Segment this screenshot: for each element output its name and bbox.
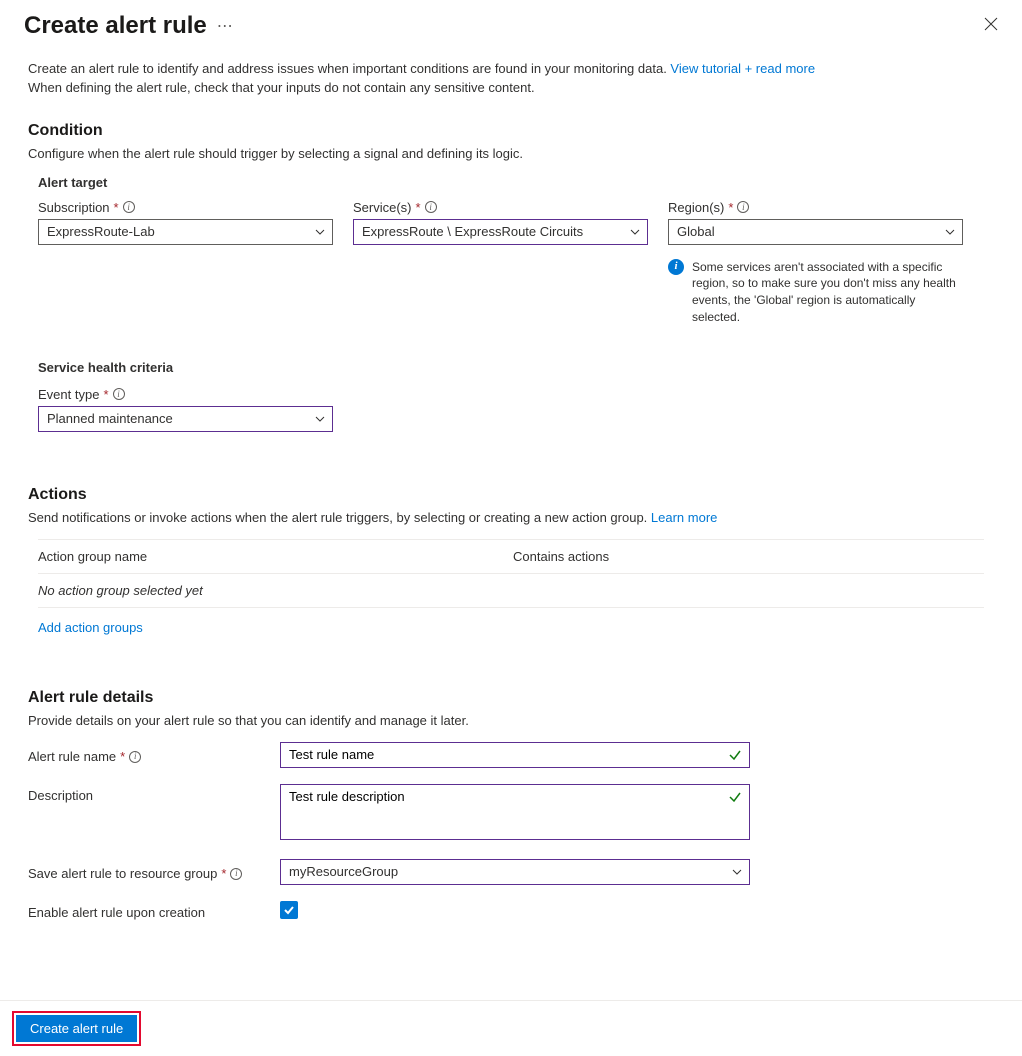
page-header: Create alert rule ⋯ <box>0 0 1022 44</box>
alert-rule-name-input[interactable] <box>280 742 750 768</box>
actions-desc: Send notifications or invoke actions whe… <box>28 510 994 525</box>
actions-heading: Actions <box>28 486 994 504</box>
footer-bar: Create alert rule <box>0 1000 1022 1056</box>
enable-rule-checkbox[interactable] <box>280 901 298 919</box>
highlight-box: Create alert rule <box>12 1011 141 1046</box>
resource-group-label: Save alert rule to resource group * i <box>28 862 280 881</box>
region-info-box: i Some services aren't associated with a… <box>668 259 963 326</box>
alert-target-heading: Alert target <box>38 175 994 190</box>
services-select[interactable]: ExpressRoute \ ExpressRoute Circuits <box>353 219 648 245</box>
create-alert-rule-button[interactable]: Create alert rule <box>16 1015 137 1042</box>
chevron-down-icon <box>731 866 743 878</box>
chevron-down-icon <box>944 226 956 238</box>
info-icon[interactable]: i <box>123 201 135 213</box>
add-action-groups-link[interactable]: Add action groups <box>38 620 143 635</box>
regions-select[interactable]: Global <box>668 219 963 245</box>
tutorial-link[interactable]: View tutorial + read more <box>670 61 815 76</box>
chevron-down-icon <box>314 413 326 425</box>
region-info-text: Some services aren't associated with a s… <box>692 259 963 326</box>
info-icon[interactable]: i <box>737 201 749 213</box>
regions-label: Region(s) * i <box>668 200 963 215</box>
info-icon[interactable]: i <box>129 751 141 763</box>
event-type-label: Event type * i <box>38 387 333 402</box>
chevron-down-icon <box>314 226 326 238</box>
col-contains-actions: Contains actions <box>513 549 984 564</box>
info-bubble-icon: i <box>668 259 684 275</box>
description-label: Description <box>28 784 280 803</box>
resource-group-select[interactable]: myResourceGroup <box>280 859 750 885</box>
intro-line2: When defining the alert rule, check that… <box>28 80 535 95</box>
details-desc: Provide details on your alert rule so th… <box>28 713 994 728</box>
info-icon[interactable]: i <box>113 388 125 400</box>
condition-heading: Condition <box>28 122 994 140</box>
intro-line1: Create an alert rule to identify and add… <box>28 61 670 76</box>
intro-text: Create an alert rule to identify and add… <box>28 60 994 98</box>
subscription-select[interactable]: ExpressRoute-Lab <box>38 219 333 245</box>
enable-rule-label: Enable alert rule upon creation <box>28 901 280 920</box>
col-action-group-name: Action group name <box>38 549 513 564</box>
close-icon[interactable] <box>980 13 1002 40</box>
info-icon[interactable]: i <box>425 201 437 213</box>
info-icon[interactable]: i <box>230 868 242 880</box>
details-heading: Alert rule details <box>28 689 994 707</box>
description-input[interactable] <box>280 784 750 840</box>
alert-rule-name-label: Alert rule name * i <box>28 745 280 764</box>
services-label: Service(s) * i <box>353 200 648 215</box>
chevron-down-icon <box>629 226 641 238</box>
check-icon <box>728 790 742 804</box>
check-icon <box>728 748 742 762</box>
criteria-heading: Service health criteria <box>38 360 994 375</box>
learn-more-link[interactable]: Learn more <box>651 510 717 525</box>
more-icon[interactable]: ⋯ <box>217 16 234 36</box>
event-type-select[interactable]: Planned maintenance <box>38 406 333 432</box>
page-title: Create alert rule <box>24 12 207 40</box>
condition-desc: Configure when the alert rule should tri… <box>28 146 994 161</box>
subscription-label: Subscription * i <box>38 200 333 215</box>
action-groups-table: Action group name Contains actions No ac… <box>38 539 984 608</box>
no-action-group-text: No action group selected yet <box>38 583 513 598</box>
